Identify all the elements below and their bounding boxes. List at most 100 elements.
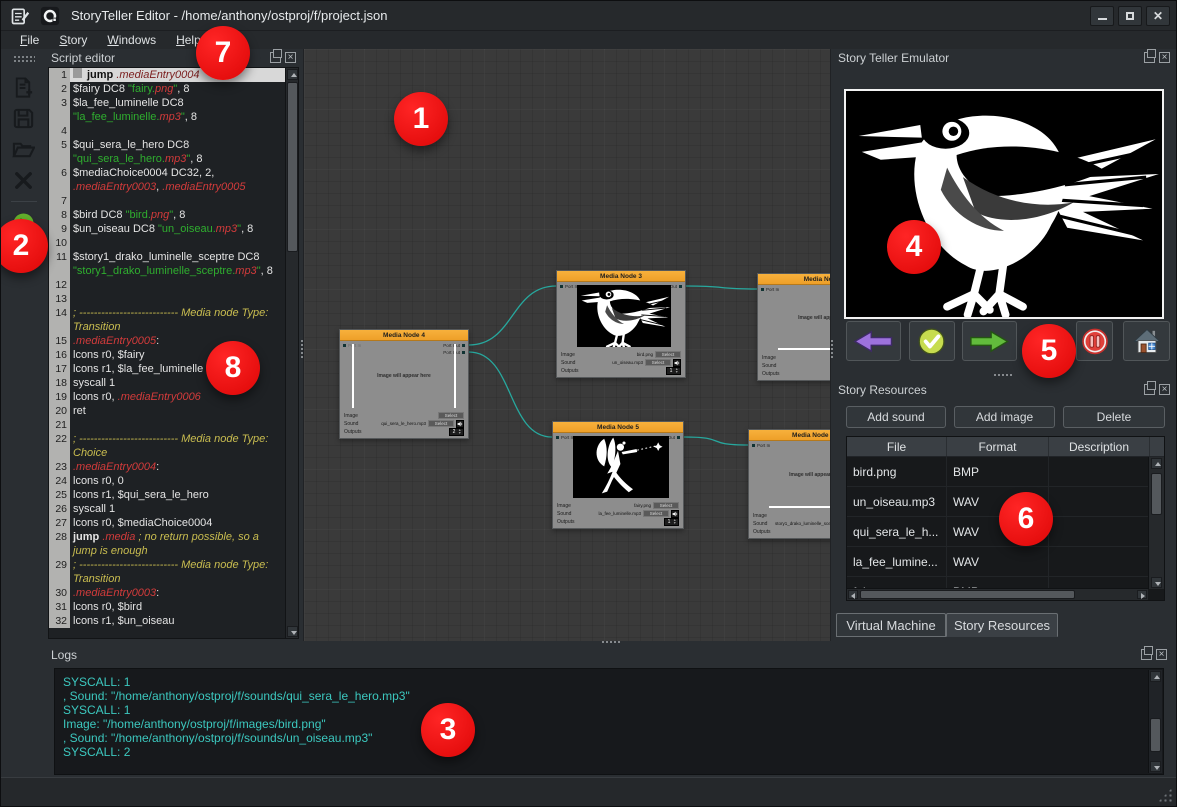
spinner-arrows-icon[interactable]: ▲▼ bbox=[458, 429, 463, 435]
scroll-up-icon[interactable] bbox=[287, 69, 298, 80]
scrollbar-thumb[interactable] bbox=[1151, 473, 1162, 515]
maximize-button[interactable] bbox=[1118, 6, 1142, 26]
scrollbar-thumb[interactable] bbox=[287, 82, 298, 252]
close-panel-icon[interactable]: × bbox=[1159, 384, 1170, 395]
node-title[interactable]: Media Node 6 bbox=[749, 430, 831, 441]
resize-grip[interactable] bbox=[1158, 788, 1172, 802]
editor-line[interactable]: 4 bbox=[49, 124, 285, 138]
spinner-arrows-icon[interactable]: ▲▼ bbox=[675, 368, 680, 374]
editor-line[interactable]: 19lcons r0, .mediaEntry0006 bbox=[49, 390, 285, 404]
select-image-button[interactable]: Select bbox=[653, 502, 679, 509]
editor-line[interactable]: 7 bbox=[49, 194, 285, 208]
float-panel-icon[interactable] bbox=[1144, 384, 1155, 395]
close-panel-icon[interactable]: × bbox=[1159, 52, 1170, 63]
speaker-icon[interactable] bbox=[456, 420, 464, 428]
speaker-icon[interactable] bbox=[673, 359, 681, 367]
editor-line[interactable]: 27lcons r0, $mediaChoice0004 bbox=[49, 516, 285, 530]
media-node[interactable]: Media Node 6Port InPort OutImage will ap… bbox=[748, 429, 831, 539]
spinner-arrows-icon[interactable]: ▲▼ bbox=[673, 519, 678, 525]
port-in[interactable]: Port In bbox=[560, 284, 578, 289]
select-sound-button[interactable]: Select bbox=[643, 510, 669, 517]
close-button[interactable]: ✕ bbox=[1146, 6, 1170, 26]
float-panel-icon[interactable] bbox=[1141, 649, 1152, 660]
script-editor[interactable]: 1jump .mediaEntry00042$fairy DC8 "fairy.… bbox=[48, 67, 299, 639]
close-panel-icon[interactable]: × bbox=[285, 52, 296, 63]
node-title[interactable]: Media Node bbox=[758, 274, 831, 285]
select-image-button[interactable]: Select bbox=[438, 412, 464, 419]
select-sound-button[interactable]: Select bbox=[428, 420, 454, 427]
editor-line[interactable]: 23.mediaEntry0004: bbox=[49, 460, 285, 474]
ok-button[interactable] bbox=[909, 321, 955, 361]
media-node[interactable]: Media Node 3Port InPort OutImagebird.png… bbox=[556, 270, 686, 378]
editor-line[interactable]: 24lcons r0, 0 bbox=[49, 474, 285, 488]
outputs-spinner[interactable]: 2▲▼ bbox=[449, 428, 464, 436]
back-button[interactable] bbox=[846, 321, 901, 361]
node-title[interactable]: Media Node 5 bbox=[553, 422, 683, 433]
save-button[interactable] bbox=[9, 103, 39, 133]
table-hscrollbar[interactable] bbox=[847, 588, 1148, 600]
media-node[interactable]: Media NodePort InPort OutImage will appe… bbox=[757, 273, 831, 381]
editor-line[interactable]: 31lcons r0, $bird bbox=[49, 600, 285, 614]
node-title[interactable]: Media Node 4 bbox=[340, 330, 468, 341]
editor-line[interactable]: 25lcons r1, $qui_sera_le_hero bbox=[49, 488, 285, 502]
editor-line[interactable]: 14; --------------------------- Media no… bbox=[49, 306, 285, 334]
editor-line[interactable]: 6$mediaChoice0004 DC32, 2, .mediaEntry00… bbox=[49, 166, 285, 194]
editor-line[interactable]: 21 bbox=[49, 418, 285, 432]
outputs-spinner[interactable]: 1▲▼ bbox=[664, 518, 679, 526]
select-sound-button[interactable]: Select bbox=[645, 359, 671, 366]
editor-line[interactable]: 29; --------------------------- Media no… bbox=[49, 558, 285, 586]
table-vscrollbar[interactable] bbox=[1148, 457, 1164, 589]
menu-file[interactable]: File bbox=[11, 32, 48, 48]
add-image-button[interactable]: Add image bbox=[954, 406, 1055, 428]
media-node[interactable]: Media Node 4Port InPort OutPort OutImage… bbox=[339, 329, 469, 439]
splitter-handle[interactable] bbox=[993, 373, 1013, 378]
float-panel-icon[interactable] bbox=[270, 52, 281, 63]
editor-line[interactable]: 20ret bbox=[49, 404, 285, 418]
editor-line[interactable]: 1jump .mediaEntry0004 bbox=[49, 68, 285, 82]
media-node[interactable]: Media Node 5Port InPort OutImagefairy.pn… bbox=[552, 421, 684, 529]
logs-scrollbar[interactable] bbox=[1148, 670, 1162, 773]
column-header-description[interactable]: Description bbox=[1049, 437, 1150, 456]
editor-line[interactable]: 13 bbox=[49, 292, 285, 306]
splitter-handle[interactable] bbox=[300, 339, 305, 359]
scroll-up-icon[interactable] bbox=[1150, 671, 1161, 682]
scroll-left-icon[interactable] bbox=[848, 590, 858, 599]
tab-story-resources[interactable]: Story Resources bbox=[946, 613, 1058, 637]
editor-line[interactable]: 28jump .media ; no return possible, so a… bbox=[49, 530, 285, 558]
scroll-down-icon[interactable] bbox=[1151, 577, 1162, 588]
editor-line[interactable]: 5$qui_sera_le_hero DC8 "qui_sera_le_hero… bbox=[49, 138, 285, 166]
close-panel-icon[interactable]: × bbox=[1156, 649, 1167, 660]
title-bar[interactable]: StoryTeller Editor - /home/anthony/ostpr… bbox=[1, 1, 1176, 31]
editor-line[interactable]: 26syscall 1 bbox=[49, 502, 285, 516]
outputs-spinner[interactable]: 1▲▼ bbox=[666, 367, 681, 375]
home-button[interactable] bbox=[1123, 321, 1170, 361]
column-header-format[interactable]: Format bbox=[947, 437, 1049, 456]
column-header-file[interactable]: File bbox=[847, 437, 947, 456]
editor-line[interactable]: 9$un_oiseau DC8 "un_oiseau.mp3", 8 bbox=[49, 222, 285, 236]
next-button[interactable] bbox=[962, 321, 1017, 361]
float-panel-icon[interactable] bbox=[1144, 52, 1155, 63]
pause-button[interactable] bbox=[1076, 321, 1113, 361]
port-in[interactable]: Port In bbox=[752, 443, 770, 448]
editor-line[interactable]: 30.mediaEntry0003: bbox=[49, 586, 285, 600]
editor-line[interactable]: 11$story1_drako_luminelle_sceptre DC8 "s… bbox=[49, 250, 285, 278]
speaker-icon[interactable] bbox=[671, 510, 679, 518]
scroll-right-icon[interactable] bbox=[1137, 590, 1147, 599]
minimize-button[interactable] bbox=[1090, 6, 1114, 26]
port-in[interactable]: Port In bbox=[556, 435, 574, 440]
editor-line[interactable]: 22; --------------------------- Media no… bbox=[49, 432, 285, 460]
menu-story[interactable]: Story bbox=[50, 32, 96, 48]
editor-line[interactable]: 10 bbox=[49, 236, 285, 250]
editor-line[interactable]: 12 bbox=[49, 278, 285, 292]
scrollbar-thumb[interactable] bbox=[860, 590, 1075, 599]
editor-line[interactable]: 3$la_fee_luminelle DC8 "la_fee_luminelle… bbox=[49, 96, 285, 124]
menu-windows[interactable]: Windows bbox=[98, 32, 165, 48]
open-project-button[interactable] bbox=[9, 134, 39, 164]
scrollbar-thumb[interactable] bbox=[1150, 718, 1161, 752]
scroll-down-icon[interactable] bbox=[1150, 761, 1161, 772]
table-row[interactable]: la_fee_lumine...WAV bbox=[847, 547, 1164, 577]
add-sound-button[interactable]: Add sound bbox=[846, 406, 946, 428]
scroll-down-icon[interactable] bbox=[287, 626, 298, 637]
node-graph-canvas[interactable]: Media Node 4Port InPort OutPort OutImage… bbox=[303, 49, 831, 641]
close-project-button[interactable] bbox=[9, 165, 39, 195]
